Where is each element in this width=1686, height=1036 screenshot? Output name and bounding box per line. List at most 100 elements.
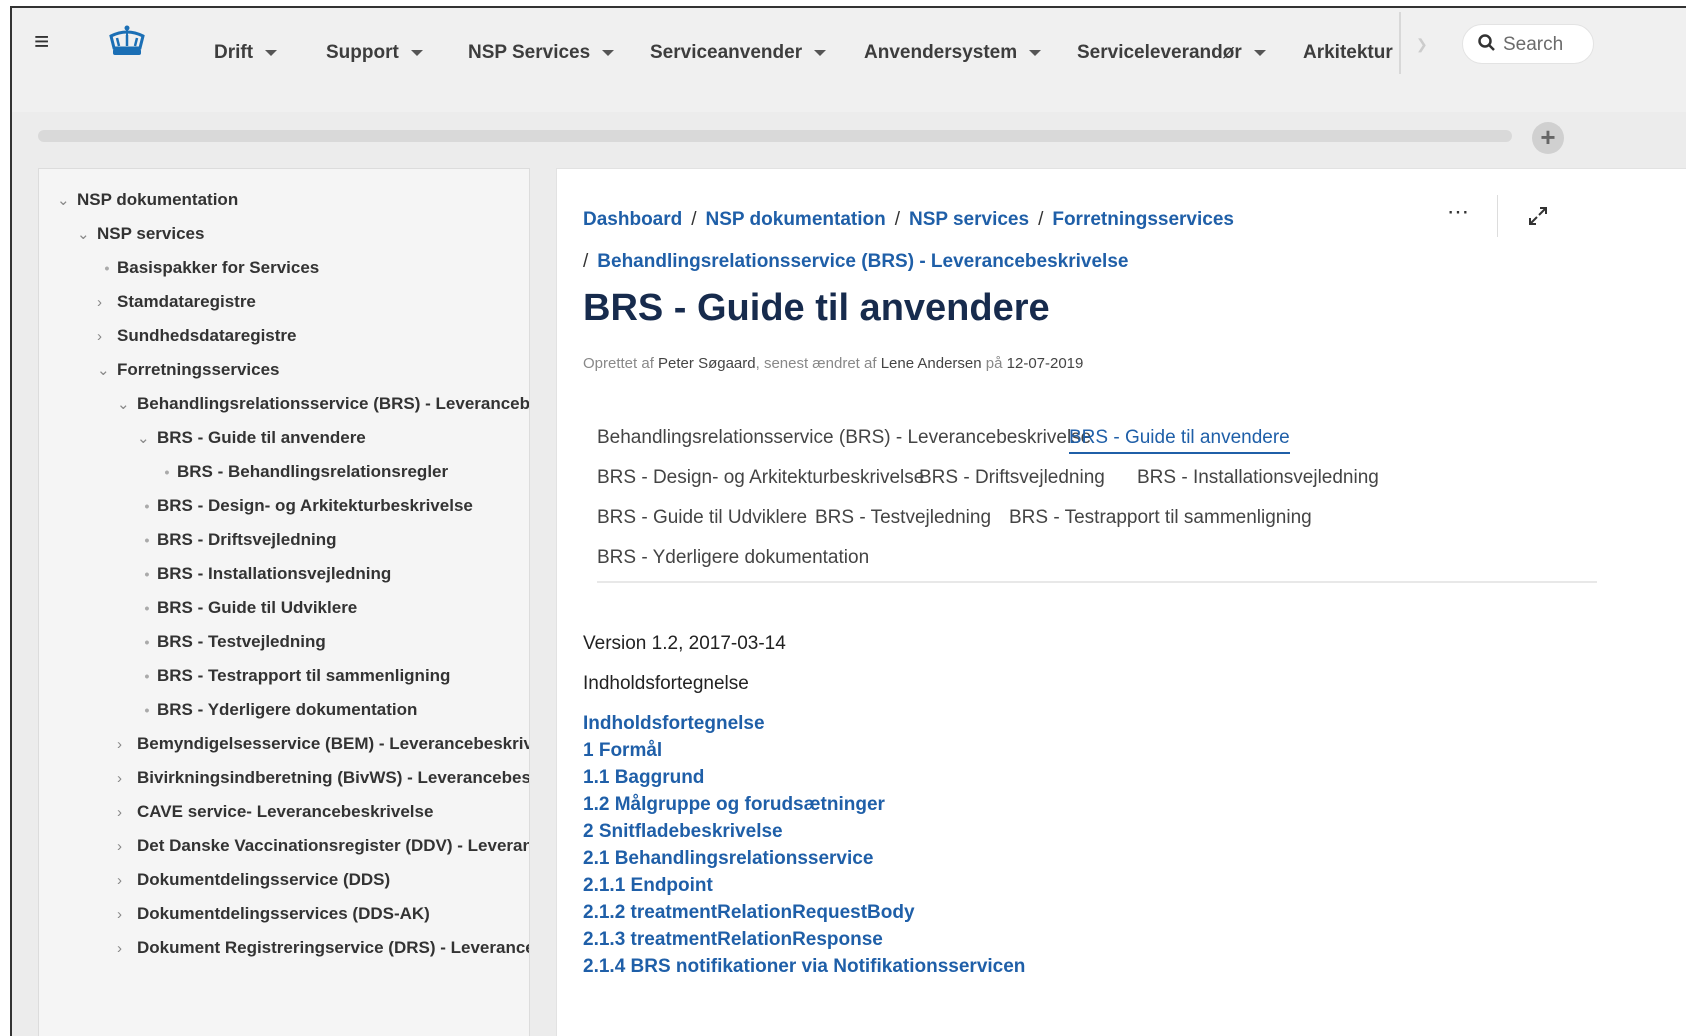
sidebar-item-nsp-dokumentation[interactable]: ⌄ NSP dokumentation [57, 189, 238, 212]
toc-link[interactable]: 2.1.3 treatmentRelationResponse [583, 929, 883, 951]
sidebar-item-forretningsservices[interactable]: ⌄ Forretningsservices [97, 359, 280, 382]
chevron-down-icon[interactable]: ⌄ [77, 224, 97, 246]
sidebar-item-brs-behandlingsrelationsregler[interactable]: • BRS - Behandlingsrelationsregler [157, 461, 449, 483]
breadcrumb-brs[interactable]: Behandlingsrelationsservice (BRS) - Leve… [597, 251, 1128, 272]
toc-link[interactable]: 1 Formål [583, 740, 662, 762]
sidebar-item-bem[interactable]: › Bemyndigelsesservice (BEM) - Leveranceb… [117, 733, 529, 756]
toc-link[interactable]: 2 Snitfladebeskrivelse [583, 821, 783, 843]
tab-brs-driftsvejledning[interactable]: BRS - Driftsvejledning [919, 467, 1105, 489]
chevron-right-icon[interactable]: › [117, 836, 137, 858]
sidebar-item-label: BRS - Behandlingsrelationsregler [177, 462, 449, 481]
chevron-down-icon[interactable]: ⌄ [57, 190, 77, 212]
toc-link[interactable]: 1.2 Målgruppe og forudsætninger [583, 794, 885, 816]
app-window: ≡ Drift Support NSP Services Serviceanve… [10, 6, 1686, 1036]
tab-brs-design[interactable]: BRS - Design- og Arkitekturbeskrivelse [597, 467, 924, 489]
bullet-icon: • [144, 702, 150, 718]
hamburger-icon[interactable]: ≡ [34, 28, 49, 54]
tab-brs-testrapport[interactable]: BRS - Testrapport til sammenligning [1009, 507, 1312, 529]
sidebar-item-brs-installationsvejledning[interactable]: • BRS - Installationsvejledning [137, 563, 392, 585]
tab-brs-guide-anvendere[interactable]: BRS - Guide til anvendere [1069, 427, 1290, 454]
chevron-down-icon[interactable]: ⌄ [137, 428, 157, 450]
page-content: Dashboard / NSP dokumentation / NSP services… [556, 168, 1686, 1036]
chevron-right-icon[interactable]: › [117, 768, 137, 790]
meta-date[interactable]: 12-07-2019 [1007, 355, 1084, 372]
toc-link[interactable]: 2.1.2 treatmentRelationRequestBody [583, 902, 915, 924]
sidebar-item-ddv[interactable]: › Det Danske Vaccinationsregister (DDV) -… [117, 835, 529, 858]
sidebar-item-sundhedsdataregistre[interactable]: › Sundhedsdataregistre [97, 325, 297, 348]
expand-icon[interactable] [1527, 205, 1549, 232]
meta-creator-link[interactable]: Peter Søgaard [658, 355, 756, 372]
nav-anvendersystem[interactable]: Anvendersystem [864, 36, 1042, 70]
crown-logo-icon[interactable] [107, 24, 147, 63]
nav-label: Serviceanvender [650, 42, 803, 63]
sidebar-item-label: NSP dokumentation [77, 190, 239, 209]
nav-arkitektur[interactable]: Arkitektur [1303, 36, 1393, 70]
sidebar-item-dds[interactable]: › Dokumentdelingsservice (DDS) [117, 869, 390, 892]
chevron-right-icon[interactable]: › [117, 870, 137, 892]
sidebar-item-cave[interactable]: › CAVE service- Leverancebeskrivelse [117, 801, 433, 824]
sidebar-item-drs[interactable]: › Dokument Registreringservice (DRS) - Le… [117, 937, 529, 960]
top-navigation: ≡ Drift Support NSP Services Serviceanve… [12, 8, 1686, 112]
sidebar-item-stamdataregistre[interactable]: › Stamdataregistre [97, 291, 256, 314]
breadcrumb-separator: / [583, 251, 589, 272]
sidebar-item-brs-yderligere[interactable]: • BRS - Yderligere dokumentation [137, 699, 418, 721]
sidebar-item-brs-leverancebeskrivelse[interactable]: ⌄ Behandlingsrelationsservice (BRS) - Lev… [117, 393, 529, 416]
bullet-icon: • [144, 498, 150, 514]
chevron-right-icon[interactable]: › [117, 938, 137, 960]
nav-scroll-right-icon[interactable]: ❯ [1416, 36, 1428, 53]
nav-label: Anvendersystem [864, 42, 1018, 63]
toc-link[interactable]: 2.1 Behandlingsrelationsservice [583, 848, 873, 870]
sidebar-item-basispakker[interactable]: • Basispakker for Services [97, 257, 320, 279]
more-options-icon[interactable]: ⋯ [1447, 199, 1470, 225]
toc-link[interactable]: Indholdsfortegnelse [583, 713, 765, 735]
breadcrumb-forretningsservices[interactable]: Forretningsservices [1052, 209, 1234, 230]
chevron-down-icon[interactable]: ⌄ [117, 394, 137, 416]
chevron-right-icon[interactable]: › [97, 326, 117, 348]
sidebar-item-dds-ak[interactable]: › Dokumentdelingsservices (DDS-AK) [117, 903, 430, 926]
bullet-icon: • [164, 464, 170, 480]
tab-brs-leverancebeskrivelse[interactable]: Behandlingsrelationsservice (BRS) - Leve… [597, 427, 1091, 449]
sidebar-item-brs-design[interactable]: • BRS - Design- og Arkitekturbeskrivelse [137, 495, 473, 517]
sidebar-item-brs-guide-anvendere[interactable]: ⌄ BRS - Guide til anvendere [137, 427, 366, 450]
sidebar-item-label: BRS - Design- og Arkitekturbeskrivelse [157, 496, 473, 515]
nav-nsp-services[interactable]: NSP Services [468, 36, 615, 70]
tab-brs-installationsvejledning[interactable]: BRS - Installationsvejledning [1137, 467, 1379, 489]
nav-serviceleverandor[interactable]: Serviceleverandør [1077, 36, 1266, 70]
chevron-right-icon[interactable]: › [97, 292, 117, 314]
chevron-right-icon[interactable]: › [117, 802, 137, 824]
sidebar-item-label: Bivirkningsindberetning (BivWS) - Levera… [137, 768, 530, 787]
breadcrumb-dashboard[interactable]: Dashboard [583, 209, 682, 230]
meta-modifier-link[interactable]: Lene Andersen [881, 355, 982, 372]
nav-serviceanvender[interactable]: Serviceanvender [650, 36, 827, 70]
nav-divider [1399, 12, 1401, 74]
chevron-down-icon[interactable]: ⌄ [97, 360, 117, 382]
breadcrumb-nsp-dokumentation[interactable]: NSP dokumentation [706, 209, 886, 230]
sidebar-item-label: Sundhedsdataregistre [117, 326, 297, 345]
sidebar-item-brs-guide-udviklere[interactable]: • BRS - Guide til Udviklere [137, 597, 358, 619]
toc-link[interactable]: 2.1.4 BRS notifikationer via Notifikatio… [583, 956, 1025, 978]
chevron-down-icon [265, 49, 278, 56]
sidebar-item-label: BRS - Testrapport til sammenligning [157, 666, 451, 685]
plus-icon[interactable]: + [1532, 122, 1564, 154]
sidebar-item-brs-driftsvejledning[interactable]: • BRS - Driftsvejledning [137, 529, 337, 551]
sidebar-item-brs-testvejledning[interactable]: • BRS - Testvejledning [137, 631, 326, 653]
toc-link[interactable]: 1.1 Baggrund [583, 767, 704, 789]
chevron-right-icon[interactable]: › [117, 734, 137, 756]
tab-brs-guide-udviklere[interactable]: BRS - Guide til Udviklere [597, 507, 807, 529]
toc-link[interactable]: 2.1.1 Endpoint [583, 875, 713, 897]
sidebar-item-label: BRS - Driftsvejledning [157, 530, 337, 549]
nav-drift[interactable]: Drift [214, 36, 278, 70]
breadcrumb-separator: / [894, 209, 900, 230]
chevron-right-icon[interactable]: › [117, 904, 137, 926]
sidebar-item-bivws[interactable]: › Bivirkningsindberetning (BivWS) - Lever… [117, 767, 530, 790]
meta-created-prefix: Oprettet af [583, 355, 654, 372]
nav-label: Support [326, 42, 399, 63]
tab-brs-yderligere[interactable]: BRS - Yderligere dokumentation [597, 547, 869, 569]
nav-support[interactable]: Support [326, 36, 423, 70]
tab-brs-testvejledning[interactable]: BRS - Testvejledning [815, 507, 991, 529]
sidebar-item-nsp-services[interactable]: ⌄ NSP services [77, 223, 204, 246]
sidebar-item-brs-testrapport[interactable]: • BRS - Testrapport til sammenligning [137, 665, 451, 687]
breadcrumb-line-2: / Behandlingsrelationsservice (BRS) - Lev… [583, 251, 1128, 273]
search-box[interactable]: Search [1462, 24, 1594, 64]
breadcrumb-nsp-services[interactable]: NSP services [909, 209, 1029, 230]
